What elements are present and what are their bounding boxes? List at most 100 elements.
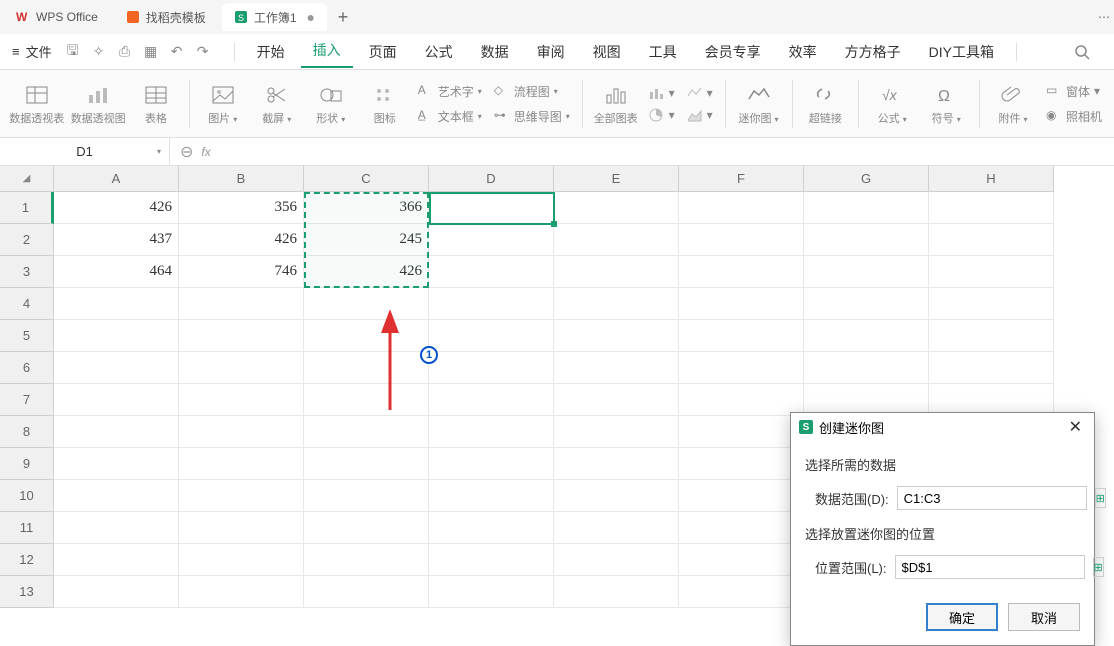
ribbon-attachment[interactable]: 附件 ▾: [988, 74, 1038, 133]
cell[interactable]: [179, 384, 304, 416]
location-range-input[interactable]: [895, 555, 1085, 579]
cancel-button[interactable]: 取消: [1008, 603, 1080, 631]
ribbon-pivot-table[interactable]: 数据透视表: [8, 74, 65, 133]
cell-H1[interactable]: [929, 192, 1054, 224]
menu-diy[interactable]: DIY工具箱: [917, 38, 1006, 66]
col-header[interactable]: B: [179, 166, 304, 192]
col-header[interactable]: G: [804, 166, 929, 192]
dialog-close-button[interactable]: ✕: [1065, 417, 1086, 437]
cell[interactable]: [554, 352, 679, 384]
chart-type-2[interactable]: ▾: [645, 106, 679, 124]
row-header[interactable]: 9: [0, 448, 54, 480]
cell-A2[interactable]: 437: [54, 224, 179, 256]
file-menu[interactable]: ≡ 文件: [12, 42, 52, 61]
row-header[interactable]: 8: [0, 416, 54, 448]
menu-data[interactable]: 数据: [469, 38, 521, 66]
cell-F3[interactable]: [679, 256, 804, 288]
cell[interactable]: [804, 352, 929, 384]
menu-fanggezi[interactable]: 方方格子: [833, 38, 913, 66]
fill-handle[interactable]: [551, 221, 557, 227]
cell[interactable]: [679, 512, 804, 544]
cell[interactable]: [179, 448, 304, 480]
select-all-corner[interactable]: ◢: [0, 166, 54, 192]
cell[interactable]: [179, 576, 304, 608]
ribbon-table[interactable]: 表格: [131, 74, 181, 133]
cell[interactable]: [429, 576, 554, 608]
cell[interactable]: [429, 352, 554, 384]
cell-F2[interactable]: [679, 224, 804, 256]
cell[interactable]: [54, 480, 179, 512]
col-header[interactable]: E: [554, 166, 679, 192]
cell[interactable]: [429, 544, 554, 576]
ribbon-camera[interactable]: ◉照相机: [1042, 106, 1106, 127]
cell[interactable]: [429, 416, 554, 448]
cell[interactable]: [429, 480, 554, 512]
cell-B3[interactable]: 746: [179, 256, 304, 288]
cell[interactable]: [679, 448, 804, 480]
cell[interactable]: [554, 320, 679, 352]
cell-D2[interactable]: [429, 224, 554, 256]
menu-tools[interactable]: 工具: [637, 38, 689, 66]
ribbon-shape[interactable]: 形状 ▾: [306, 74, 356, 133]
row-header[interactable]: 4: [0, 288, 54, 320]
cell[interactable]: [179, 288, 304, 320]
preview-icon[interactable]: ▦: [142, 43, 160, 61]
cell-A3[interactable]: 464: [54, 256, 179, 288]
title-menu-icon[interactable]: ⋯: [1098, 10, 1110, 24]
add-tab-button[interactable]: +: [331, 5, 355, 29]
cell[interactable]: [554, 480, 679, 512]
row-header[interactable]: 7: [0, 384, 54, 416]
ribbon-picture[interactable]: 图片 ▾: [198, 74, 248, 133]
ribbon-hyperlink[interactable]: 超链接: [800, 74, 850, 133]
row-header[interactable]: 3: [0, 256, 54, 288]
cell[interactable]: [554, 288, 679, 320]
cell[interactable]: [929, 288, 1054, 320]
cell[interactable]: [304, 544, 429, 576]
save-icon[interactable]: 🖫: [64, 43, 82, 61]
cell[interactable]: [429, 512, 554, 544]
new-icon[interactable]: ✧: [90, 43, 108, 61]
row-header[interactable]: 6: [0, 352, 54, 384]
cell[interactable]: [304, 320, 429, 352]
tab-template[interactable]: 找稻壳模板: [114, 3, 218, 31]
cell[interactable]: [54, 352, 179, 384]
ribbon-wordart[interactable]: A艺术字 ▾: [414, 81, 486, 102]
row-header[interactable]: 5: [0, 320, 54, 352]
tab-close-icon[interactable]: ●: [307, 9, 315, 25]
cell[interactable]: [304, 352, 429, 384]
row-header[interactable]: 11: [0, 512, 54, 544]
cell[interactable]: [304, 512, 429, 544]
cell-F1[interactable]: [679, 192, 804, 224]
data-range-input[interactable]: [897, 486, 1087, 510]
cell[interactable]: [554, 384, 679, 416]
ribbon-pivot-view[interactable]: 数据透视图: [69, 74, 126, 133]
cell-E2[interactable]: [554, 224, 679, 256]
ribbon-icon[interactable]: 图标: [360, 74, 410, 133]
cell[interactable]: [554, 448, 679, 480]
cell[interactable]: [54, 544, 179, 576]
cell[interactable]: [679, 416, 804, 448]
range-picker-button[interactable]: ⊞: [1093, 557, 1104, 577]
cell[interactable]: [429, 384, 554, 416]
cell[interactable]: [179, 480, 304, 512]
row-header[interactable]: 13: [0, 576, 54, 608]
cell[interactable]: [179, 544, 304, 576]
tab-workbook[interactable]: S 工作簿1 ●: [222, 3, 327, 31]
cell-G1[interactable]: [804, 192, 929, 224]
chart-type-3[interactable]: ▾: [683, 84, 717, 102]
cell[interactable]: [54, 448, 179, 480]
ribbon-textbox[interactable]: A̲文本框 ▾: [414, 106, 486, 127]
ribbon-sparkline[interactable]: 迷你图 ▾: [734, 74, 784, 133]
cell-B1[interactable]: 356: [179, 192, 304, 224]
cell-H2[interactable]: [929, 224, 1054, 256]
cell[interactable]: [679, 320, 804, 352]
col-header[interactable]: A: [54, 166, 179, 192]
cell[interactable]: [304, 384, 429, 416]
menu-start[interactable]: 开始: [245, 38, 297, 66]
menu-view[interactable]: 视图: [581, 38, 633, 66]
cancel-icon[interactable]: ⊖: [180, 142, 193, 162]
col-header[interactable]: C: [304, 166, 429, 192]
cell[interactable]: [304, 416, 429, 448]
ribbon-form[interactable]: ▭窗体 ▾: [1042, 81, 1106, 102]
cell-C3[interactable]: 426: [304, 256, 429, 288]
